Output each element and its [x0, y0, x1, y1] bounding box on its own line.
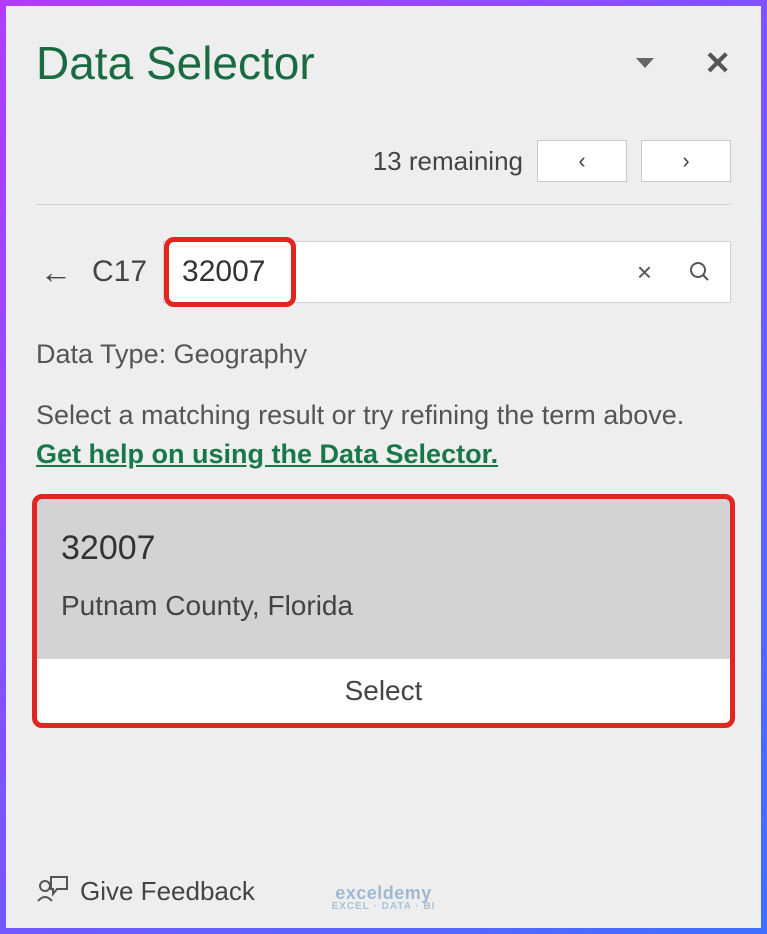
- result-subtitle: Putnam County, Florida: [61, 590, 706, 622]
- select-button[interactable]: Select: [37, 658, 730, 723]
- watermark: exceldemy EXCEL · DATA · BI: [332, 884, 436, 912]
- watermark-top: exceldemy: [332, 884, 436, 902]
- data-selector-panel: Data Selector ✕ 13 remaining ‹ › ← C17 ×: [6, 6, 761, 928]
- back-arrow-icon[interactable]: ←: [36, 254, 76, 291]
- dropdown-caret-icon[interactable]: [636, 58, 654, 68]
- clear-search-icon[interactable]: ×: [619, 257, 670, 288]
- header: Data Selector ✕: [36, 36, 731, 90]
- feedback-icon: [36, 873, 70, 910]
- search-row: ← C17 ×: [36, 241, 731, 303]
- remaining-row: 13 remaining ‹ ›: [36, 140, 731, 182]
- cell-reference: C17: [92, 255, 147, 289]
- watermark-bottom: EXCEL · DATA · BI: [332, 902, 436, 912]
- instruction-text: Select a matching result or try refining…: [36, 398, 731, 433]
- search-icon[interactable]: [670, 260, 730, 284]
- search-field-wrap: ×: [163, 241, 731, 303]
- data-type-label: Data Type: Geography: [36, 339, 731, 370]
- help-link[interactable]: Get help on using the Data Selector.: [36, 439, 731, 470]
- divider: [36, 204, 731, 205]
- panel-title: Data Selector: [36, 36, 315, 90]
- next-button[interactable]: ›: [641, 140, 731, 182]
- header-controls: ✕: [636, 47, 731, 79]
- result-body: 32007 Putnam County, Florida: [37, 499, 730, 658]
- result-container: 32007 Putnam County, Florida Select: [36, 498, 731, 724]
- result-card[interactable]: 32007 Putnam County, Florida Select: [36, 498, 731, 724]
- feedback-link[interactable]: Give Feedback: [80, 876, 255, 907]
- search-input[interactable]: [164, 242, 619, 302]
- close-icon[interactable]: ✕: [704, 47, 731, 79]
- prev-button[interactable]: ‹: [537, 140, 627, 182]
- remaining-count: 13 remaining: [373, 146, 523, 177]
- result-title: 32007: [61, 529, 706, 568]
- footer: Give Feedback exceldemy EXCEL · DATA · B…: [36, 873, 731, 910]
